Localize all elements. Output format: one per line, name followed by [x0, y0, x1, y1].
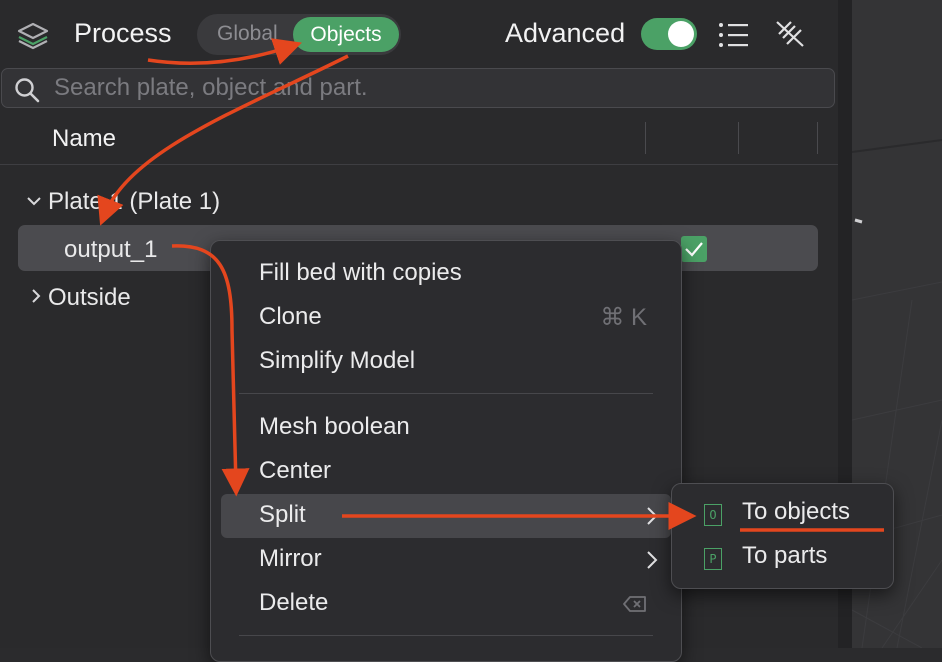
advanced-label: Advanced	[505, 18, 626, 48]
tree-item-object[interactable]: output_1	[64, 236, 157, 264]
list-icon[interactable]	[717, 20, 751, 50]
menu-item-delete[interactable]: Delete	[221, 582, 671, 626]
submenu-item-label: To parts	[742, 542, 828, 569]
menu-item-label: Mesh boolean	[259, 413, 410, 440]
search-field[interactable]	[1, 68, 835, 108]
menu-separator	[239, 635, 653, 636]
submenu-item-to-parts[interactable]: P To parts	[678, 534, 886, 578]
menu-item-center[interactable]: Center	[221, 450, 671, 494]
check-icon	[685, 242, 703, 257]
scope-segmented-control[interactable]: Global Objects	[197, 14, 401, 55]
menu-item-mesh-boolean[interactable]: Mesh boolean	[221, 406, 671, 450]
menu-item-mirror[interactable]: Mirror	[221, 538, 671, 582]
advanced-toggle[interactable]	[641, 18, 697, 50]
column-separator	[817, 122, 818, 154]
search-input[interactable]	[54, 72, 814, 104]
search-icon	[15, 78, 40, 103]
menu-item-label: Delete	[259, 589, 329, 616]
visibility-checkbox[interactable]	[681, 236, 707, 262]
unpin-icon[interactable]	[773, 18, 807, 50]
column-separator	[645, 122, 646, 154]
panel-title: Process	[74, 18, 172, 48]
object-icon: O	[704, 504, 722, 526]
split-submenu: O To objects P To parts	[671, 483, 894, 589]
menu-item-fill-bed[interactable]: Fill bed with copies	[221, 252, 671, 296]
chevron-right-icon[interactable]	[28, 288, 44, 304]
panel-header: Process Global Objects Advanced	[0, 0, 838, 64]
shortcut-label: ⌘ K	[600, 304, 647, 331]
column-name[interactable]: Name	[52, 125, 116, 153]
menu-item-label: Center	[259, 457, 332, 484]
menu-item-clone[interactable]: Clone ⌘ K	[221, 296, 671, 340]
tree-item-outside[interactable]: Outside	[48, 284, 131, 312]
menu-item-label: Fill bed with copies	[259, 259, 462, 286]
menu-item-split[interactable]: Split	[221, 494, 671, 538]
column-header: Name	[0, 114, 838, 165]
menu-item-label: Clone	[259, 303, 322, 330]
layers-icon[interactable]	[16, 19, 50, 51]
segment-objects[interactable]: Objects	[293, 17, 399, 52]
column-separator	[738, 122, 739, 154]
menu-item-label: Split	[259, 501, 306, 528]
submenu-item-to-objects[interactable]: O To objects	[678, 490, 886, 534]
submenu-item-label: To objects	[742, 498, 851, 525]
segment-global[interactable]: Global	[217, 22, 278, 46]
chevron-right-icon	[647, 507, 658, 525]
menu-separator	[239, 393, 653, 394]
menu-item-simplify-model[interactable]: Simplify Model	[221, 340, 671, 384]
context-menu: Fill bed with copies Clone ⌘ K Simplify …	[210, 240, 682, 662]
toggle-knob	[668, 21, 694, 47]
chevron-down-icon[interactable]	[26, 193, 42, 209]
menu-item-label: Mirror	[259, 545, 322, 572]
tree-item-plate[interactable]: Plate 1 (Plate 1)	[48, 188, 220, 216]
menu-item-label: Simplify Model	[259, 347, 416, 374]
chevron-right-icon	[647, 551, 658, 569]
delete-key-icon	[623, 596, 646, 612]
part-icon: P	[704, 548, 722, 570]
